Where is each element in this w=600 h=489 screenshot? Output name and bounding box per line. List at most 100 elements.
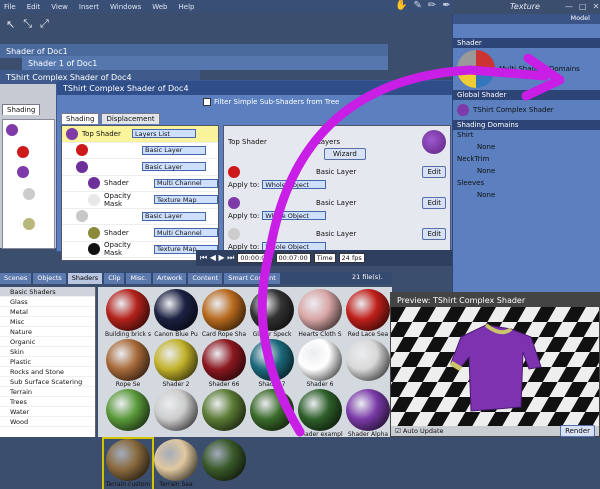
content-tab[interactable]: Smart Content xyxy=(224,273,280,284)
tree-row[interactable]: Shader Multi Channel xyxy=(62,225,218,242)
global-shader-section-head[interactable]: Global Shader xyxy=(453,90,600,100)
tree-row-select[interactable]: Basic Layer xyxy=(142,162,206,172)
shader-thumbnail[interactable]: Red Lace Sea xyxy=(344,289,392,339)
time-select[interactable]: Time xyxy=(313,253,336,263)
domain-value[interactable]: None xyxy=(453,164,600,178)
timeline-start-field[interactable]: 00:00:00 xyxy=(237,253,273,263)
shader-thumbnail[interactable]: Rope Se xyxy=(104,339,152,389)
play-controls-icon[interactable]: ⏮ ◀ ▶ ⏭ xyxy=(200,253,234,263)
shading-domains-section-head[interactable]: Shading Domains xyxy=(453,120,600,130)
tree-row-select[interactable]: Texture Map xyxy=(154,195,218,205)
shader-thumbnail[interactable] xyxy=(152,389,200,439)
category-item[interactable]: Wood xyxy=(0,417,95,427)
edit-button[interactable]: Edit xyxy=(422,197,446,209)
shader-thumbnail[interactable]: Hearts Cloth S xyxy=(296,289,344,339)
category-item[interactable]: Organic xyxy=(0,337,95,347)
preview-title[interactable]: Preview: TShirt Complex Shader xyxy=(391,293,599,307)
category-item[interactable]: Sub Surface Scatering xyxy=(0,377,95,387)
content-tab[interactable]: Content xyxy=(188,273,223,284)
shader-thumbnail[interactable]: Shader Alpha xyxy=(344,389,392,439)
shader-thumbnail[interactable] xyxy=(248,389,296,439)
category-item[interactable]: Nature xyxy=(0,327,95,337)
shader-thumbnail[interactable]: Shader 6 xyxy=(296,339,344,389)
menu-item[interactable]: File xyxy=(4,3,16,11)
domain-value[interactable]: None xyxy=(453,140,600,154)
domain-value[interactable]: None xyxy=(453,188,600,202)
tree-row-select[interactable]: Basic Layer xyxy=(142,145,206,155)
shader-thumbnail[interactable]: Shader exampl xyxy=(296,389,344,439)
content-tab[interactable]: Misc. xyxy=(126,273,151,284)
shader-thumbnail[interactable]: Shader 66 xyxy=(200,339,248,389)
category-item[interactable]: Terrain xyxy=(0,387,95,397)
eyedropper-icon[interactable]: ✒ xyxy=(442,0,450,14)
minimize-icon[interactable]: — xyxy=(565,2,573,11)
category-item[interactable]: Glass xyxy=(0,297,95,307)
tree-row[interactable]: Shader Multi Channel xyxy=(62,176,218,192)
tree-row[interactable]: Basic Layer xyxy=(62,159,218,176)
tree-row[interactable]: Top Shader Layers List xyxy=(62,126,218,143)
tab-shading[interactable]: Shading xyxy=(61,113,100,124)
tree-row[interactable]: Opacity Mask Texture Map xyxy=(62,192,218,209)
content-tab[interactable]: Objects xyxy=(33,273,66,284)
filter-checkbox[interactable] xyxy=(203,98,211,106)
render-button[interactable]: Render xyxy=(560,425,595,437)
auto-update-checkbox[interactable]: ☑ Auto Update xyxy=(395,427,444,435)
category-item[interactable]: Trees xyxy=(0,397,95,407)
menu-item[interactable]: Web xyxy=(152,3,167,11)
category-item[interactable]: Basic Shaders xyxy=(0,287,95,297)
shader-section-head[interactable]: Shader xyxy=(453,38,600,48)
tree-row[interactable]: Basic Layer xyxy=(62,209,218,225)
category-item[interactable]: Plastic xyxy=(0,357,95,367)
content-tab[interactable]: Artwork xyxy=(152,273,187,284)
category-item[interactable]: Misc xyxy=(0,317,95,327)
fps-select[interactable]: 24 fps xyxy=(338,253,365,263)
content-tab[interactable]: Scenes xyxy=(0,273,32,284)
content-tab[interactable]: Shaders xyxy=(67,273,103,284)
category-item[interactable]: Metal xyxy=(0,307,95,317)
shader-thumbnail[interactable]: Shader 7 xyxy=(248,339,296,389)
tree-row[interactable]: Opacity Mask Texture Map xyxy=(62,241,218,258)
category-item[interactable]: Skin xyxy=(0,347,95,357)
edit-button[interactable]: Edit xyxy=(422,166,446,178)
move-icon[interactable]: ⤢ xyxy=(40,17,49,31)
timeline-end-field[interactable]: 00:07:00 xyxy=(275,253,311,263)
pencil-icon[interactable]: ✏ xyxy=(428,0,436,14)
shader-thumbnail[interactable]: Terrain custom xyxy=(102,437,154,489)
shader-thumbnail[interactable]: Terrain Sea xyxy=(152,439,200,489)
shader-thumbnail[interactable]: Card Rope Sha xyxy=(200,289,248,339)
menu-item[interactable]: View xyxy=(51,3,68,11)
menu-item[interactable]: Windows xyxy=(110,3,141,11)
shader-thumbnail[interactable]: Shader 2 xyxy=(152,339,200,389)
shader-thumbnail[interactable] xyxy=(200,389,248,439)
select-arrow-icon[interactable]: ↖ xyxy=(6,18,15,31)
category-item[interactable]: Water xyxy=(0,407,95,417)
main-window-title[interactable]: TShirt Complex Shader of Doc4 xyxy=(57,81,453,95)
menu-item[interactable]: Edit xyxy=(27,3,41,11)
edit-button[interactable]: Edit xyxy=(422,228,446,240)
menu-item[interactable]: Help xyxy=(179,3,195,11)
rotate-icon[interactable]: ⤡ xyxy=(23,17,32,31)
maximize-icon[interactable]: □ xyxy=(579,2,587,11)
filter-checkbox-row[interactable]: Filter Simple Sub-Shaders from Tree xyxy=(203,98,339,106)
shader-thumbnail[interactable] xyxy=(200,439,248,489)
wizard-button[interactable]: Wizard xyxy=(324,148,366,160)
shader-thumbnail[interactable]: Building brick s xyxy=(104,289,152,339)
close-icon[interactable]: ✕ xyxy=(593,2,600,11)
hand-tool-icon[interactable]: ✋ xyxy=(395,0,407,14)
apply-to-select[interactable]: Whole Object xyxy=(262,180,327,189)
tab-displacement[interactable]: Displacement xyxy=(101,113,160,124)
shader-thumbnail[interactable]: Canon Blue Pu xyxy=(152,289,200,339)
tree-row[interactable]: Basic Layer xyxy=(62,143,218,159)
tree-row-select[interactable]: Multi Channel xyxy=(154,178,218,188)
tree-row-select[interactable]: Basic Layer xyxy=(142,211,206,221)
global-shader-row[interactable]: TShirt Complex Shader xyxy=(453,100,600,120)
tree-row-select[interactable]: Layers List xyxy=(132,129,196,139)
left-tab-shading[interactable]: Shading xyxy=(2,104,41,115)
apply-to-select[interactable]: Whole Object xyxy=(262,211,327,220)
shader-thumbnail[interactable]: Glitter Speck xyxy=(248,289,296,339)
shader-thumbnail[interactable] xyxy=(344,339,392,389)
content-tab[interactable]: Clip xyxy=(104,273,125,284)
doc1-sub-window-title[interactable]: Shader 1 of Doc1 xyxy=(22,56,388,70)
shader-thumbnail[interactable] xyxy=(104,389,152,439)
menu-item[interactable]: Insert xyxy=(79,3,99,11)
